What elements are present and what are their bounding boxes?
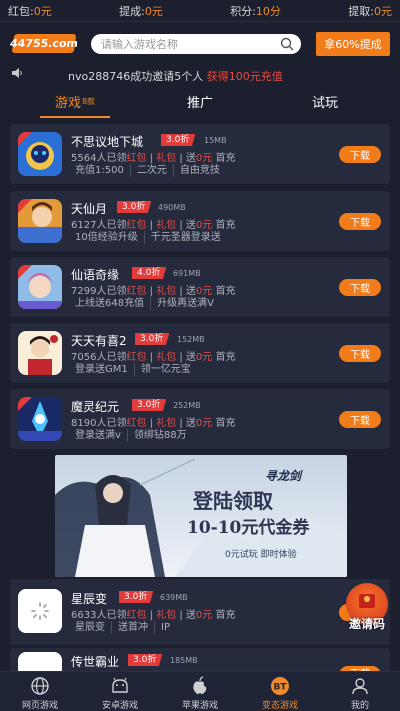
game-tags: 星辰变 送首冲 IP <box>71 621 176 634</box>
game-meta: 8190人已领红包 | 礼包 | 送0元 首充 <box>71 418 236 429</box>
tab-active-indicator <box>40 116 110 118</box>
game-meta: 7299人已领红包 | 礼包 | 送0元 首充 <box>71 286 236 297</box>
game-name: 星辰变 <box>71 592 108 606</box>
game-icon <box>18 199 62 243</box>
nav-mine[interactable]: 我的 <box>320 672 400 711</box>
game-size: 15MB <box>204 136 227 145</box>
apple-icon <box>190 676 210 696</box>
game-card[interactable]: 天仙月 3.0折 490MB 6127人已领红包 | 礼包 | 送0元 首充 1… <box>10 191 390 251</box>
game-meta: 6127人已领红包 | 礼包 | 送0元 首充 <box>71 220 236 231</box>
tab-promote[interactable]: 推广 <box>165 92 235 118</box>
invite-code-label: 邀请码 <box>348 617 385 631</box>
banner-caption: 0元试玩 即时体验 <box>225 550 297 560</box>
android-icon <box>110 676 130 696</box>
discount-badge: 3.0折 <box>135 333 170 345</box>
game-size: 490MB <box>158 203 186 212</box>
game-card[interactable]: 天天有喜2 3.0折 152MB 7056人已领红包 | 礼包 | 送0元 首充… <box>10 323 390 383</box>
game-tags: 10倍经验升级 千元圣器登录送 <box>71 231 227 244</box>
game-tags: 登录送GM1 领一亿元宝 <box>71 363 197 376</box>
game-meta: 6633人已领红包 | 礼包 | 送0元 首充 <box>71 610 236 621</box>
tab-trial[interactable]: 试玩 <box>290 92 360 118</box>
download-button[interactable]: 下载 <box>339 279 381 296</box>
stat-redpacket[interactable]: 红包:0元 <box>8 3 52 19</box>
game-tags: 登录送满v 领绑钻88万 <box>71 429 193 442</box>
game-icon <box>18 331 62 375</box>
game-icon <box>18 589 62 633</box>
tab-bar: 游戏 8款 推广 试玩 <box>0 92 400 118</box>
download-button[interactable]: 下载 <box>339 213 381 230</box>
download-button[interactable]: 下载 <box>339 411 381 428</box>
notice-text: nvo288746成功邀请5个人 获得100元充值 <box>68 70 283 83</box>
game-icon <box>18 397 62 441</box>
stat-commission[interactable]: 提成:0元 <box>119 3 163 19</box>
game-size: 185MB <box>170 656 198 665</box>
download-button[interactable]: 下载 <box>339 345 381 362</box>
discount-badge: 3.0折 <box>132 399 167 411</box>
game-tags: 充值1:500 二次元 自由竞技 <box>71 164 226 177</box>
game-icon <box>18 265 62 309</box>
notice-bar: nvo288746成功邀请5个人 获得100元充值 <box>0 66 400 86</box>
game-meta: 7056人已领红包 | 礼包 | 送0元 首充 <box>71 352 236 363</box>
user-icon <box>350 676 370 696</box>
speaker-icon <box>10 66 24 80</box>
game-name: 不思议地下城 <box>71 135 144 149</box>
banner-game-logo: 寻龙剑 <box>265 469 302 483</box>
nav-web-games[interactable]: 网页游戏 <box>0 672 80 711</box>
nav-ios-games[interactable]: 苹果游戏 <box>160 672 240 711</box>
discount-badge: 3.0折 <box>117 201 152 213</box>
game-size: 152MB <box>177 335 205 344</box>
game-meta: 5564人已领红包 | 礼包 | 送0元 首充 <box>71 153 236 164</box>
game-icon <box>18 132 62 176</box>
nav-android-games[interactable]: 安卓游戏 <box>80 672 160 711</box>
game-name: 天仙月 <box>71 202 108 216</box>
discount-badge: 3.0折 <box>119 591 154 603</box>
bt-icon: BT <box>270 676 290 696</box>
promo-banner[interactable]: 寻龙剑 登陆领取 10-10元代金券 0元试玩 即时体验 <box>55 455 347 577</box>
game-name: 仙语奇缘 <box>71 268 120 282</box>
game-size: 691MB <box>173 269 201 278</box>
discount-badge: 4.0折 <box>132 267 167 279</box>
game-size: 639MB <box>160 593 188 602</box>
banner-headline: 登陆领取 <box>193 489 273 513</box>
stat-withdraw[interactable]: 提取:0元 <box>348 3 392 19</box>
search-placeholder: 请输入游戏名称 <box>101 38 178 51</box>
game-name: 天天有喜2 <box>71 334 127 348</box>
nav-bt-games[interactable]: BT 变态游戏 <box>240 672 320 711</box>
stats-bar: 红包:0元 提成:0元 积分:10分 提取:0元 <box>0 0 400 22</box>
invite-code-button[interactable]: 邀请码 <box>343 583 391 631</box>
site-logo[interactable]: 44755.com <box>9 34 79 53</box>
discount-badge: 3.0折 <box>128 654 163 666</box>
bottom-nav: 网页游戏 安卓游戏 苹果游戏 BT 变态游戏 我的 <box>0 671 400 711</box>
globe-icon <box>30 676 50 696</box>
game-name: 魔灵纪元 <box>71 400 120 414</box>
game-card[interactable]: 仙语奇缘 4.0折 691MB 7299人已领红包 | 礼包 | 送0元 首充 … <box>10 257 390 317</box>
game-card[interactable]: 星辰变 3.0折 639MB 6633人已领红包 | 礼包 | 送0元 首充 星… <box>10 579 390 645</box>
tab-games[interactable]: 游戏 8款 <box>40 92 110 118</box>
game-card[interactable]: 魔灵纪元 3.0折 252MB 8190人已领红包 | 礼包 | 送0元 首充 … <box>10 389 390 449</box>
game-tags: 上线送648充值 升级再送满V <box>71 297 220 310</box>
header: 44755.com 请输入游戏名称 拿60%提成 <box>0 28 400 58</box>
download-button[interactable]: 下载 <box>339 146 381 163</box>
svg-text:BT: BT <box>274 683 288 693</box>
banner-subheadline: 10-10元代金券 <box>187 518 310 538</box>
search-input[interactable]: 请输入游戏名称 <box>91 34 301 54</box>
game-name: 传世霸业 <box>71 655 120 669</box>
game-size: 252MB <box>173 401 201 410</box>
game-card[interactable]: 不思议地下城 3.0折 15MB 5564人已领红包 | 礼包 | 送0元 首充… <box>10 124 390 184</box>
search-icon[interactable] <box>277 34 297 54</box>
discount-badge: 3.0折 <box>161 134 196 146</box>
promo-commission-button[interactable]: 拿60%提成 <box>316 32 390 56</box>
stat-points[interactable]: 积分:10分 <box>230 3 281 19</box>
